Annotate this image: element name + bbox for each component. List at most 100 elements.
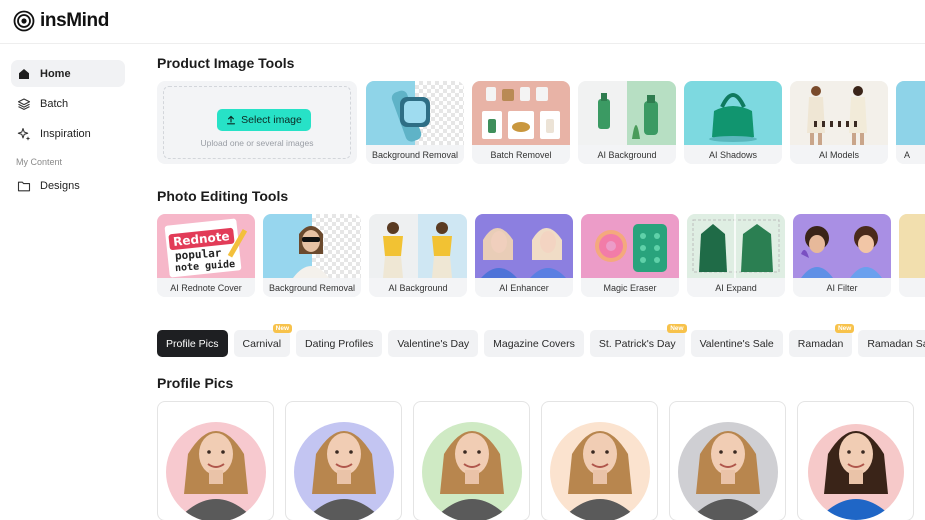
sidebar-item-label: Home — [40, 67, 71, 80]
tool-card-background-removal-photo[interactable]: Background Removal — [263, 214, 361, 297]
tool-card-ai-expand[interactable]: AI Expand — [687, 214, 785, 297]
tool-thumbnail — [472, 81, 570, 145]
profile-pic-template-card[interactable] — [669, 401, 786, 520]
tool-thumbnail — [687, 214, 785, 278]
template-tab-carnival[interactable]: Carnival New — [233, 324, 293, 357]
new-badge: New — [272, 324, 293, 333]
profile-pic-preview — [804, 420, 908, 520]
tool-label: Background Removal — [263, 278, 361, 297]
tool-label: AI Enhancer — [475, 278, 573, 297]
select-image-button[interactable]: Select image — [217, 109, 311, 131]
profile-pics-row — [157, 401, 914, 520]
tool-label: AI Models — [790, 145, 888, 164]
sidebar-item-home[interactable]: Home — [11, 60, 125, 87]
template-tab-label: Ramadan — [797, 337, 844, 350]
tool-thumbnail — [475, 214, 573, 278]
photo-tools-title: Photo Editing Tools — [157, 188, 289, 204]
template-tab-ramadan[interactable]: Ramadan New — [788, 324, 855, 357]
profile-pic-template-card[interactable] — [157, 401, 274, 520]
upload-hint: Upload one or several images — [200, 138, 314, 148]
template-tab-label: Valentine's Day — [397, 337, 470, 350]
template-category-tabs: Profile Pics Carnival New Dating Profiles Va… — [157, 324, 925, 357]
tool-card-magic-eraser[interactable]: Magic Eraser — [581, 214, 679, 297]
tool-label: AI Expand — [687, 278, 785, 297]
tool-thumbnail — [263, 214, 361, 278]
tool-label: AI Shadows — [684, 145, 782, 164]
template-tab-magazine-covers[interactable]: Magazine Covers — [484, 330, 584, 357]
folder-icon — [17, 181, 31, 191]
profile-pic-template-card[interactable] — [285, 401, 402, 520]
template-tab-label: Magazine Covers — [493, 337, 575, 350]
sidebar-section-label: My Content — [16, 157, 63, 167]
profile-pics-title: Profile Pics — [157, 375, 234, 391]
tool-card-ai-enhancer[interactable]: AI Enhancer — [475, 214, 573, 297]
tool-card-partial[interactable]: A — [896, 81, 925, 164]
tool-card-partial-photo[interactable] — [899, 214, 925, 297]
tool-label: AI Rednote Cover — [157, 278, 255, 297]
template-tab-dating-profiles[interactable]: Dating Profiles — [296, 330, 383, 357]
tool-label: Batch Removel — [472, 145, 570, 164]
sidebar-item-batch[interactable]: Batch — [11, 90, 125, 117]
sparkle-icon — [17, 127, 31, 141]
top-header: insMind — [0, 0, 925, 44]
tool-thumbnail — [793, 214, 891, 278]
template-tab-ramadan-sales[interactable]: Ramadan Sales — [858, 330, 925, 357]
upload-icon — [227, 115, 236, 125]
profile-pic-preview — [422, 422, 522, 520]
template-tab-profile-pics[interactable]: Profile Pics — [157, 330, 228, 357]
tool-card-ai-rednote-cover[interactable]: Rednote popular note guide AI Rednote Co… — [157, 214, 255, 297]
template-tab-label: Ramadan Sales — [867, 337, 925, 350]
logo-icon — [13, 10, 35, 32]
tool-thumbnail — [366, 81, 464, 145]
logo-text: insMind — [40, 10, 109, 31]
home-icon — [19, 68, 29, 79]
tool-card-batch-removel[interactable]: Batch Removel — [472, 81, 570, 164]
photo-tools-row: Rednote popular note guide AI Rednote Co… — [157, 214, 925, 297]
profile-pic-preview — [678, 422, 778, 520]
sidebar: Home Batch Inspiration My Content Design… — [0, 44, 140, 520]
tool-thumbnail — [684, 81, 782, 145]
sidebar-item-designs[interactable]: Designs — [11, 172, 125, 199]
logo[interactable]: insMind — [13, 10, 109, 32]
profile-pic-template-card[interactable] — [541, 401, 658, 520]
tool-thumbnail — [899, 214, 925, 278]
tool-card-ai-models[interactable]: AI Models — [790, 81, 888, 164]
tool-thumbnail — [581, 214, 679, 278]
template-tab-label: Dating Profiles — [305, 337, 374, 350]
tool-card-background-removal[interactable]: Background Removal — [366, 81, 464, 164]
tool-label: AI Background — [369, 278, 467, 297]
template-tab-label: Profile Pics — [166, 337, 219, 350]
profile-pic-preview — [166, 422, 266, 520]
tool-card-ai-background[interactable]: AI Background — [578, 81, 676, 164]
profile-pic-template-card[interactable] — [797, 401, 914, 520]
upload-dropzone[interactable]: Select image Upload one or several image… — [157, 81, 357, 164]
tool-card-ai-background-photo[interactable]: AI Background — [369, 214, 467, 297]
tool-label: Background Removal — [366, 145, 464, 164]
profile-pic-preview — [550, 422, 650, 520]
tool-card-ai-shadows[interactable]: AI Shadows — [684, 81, 782, 164]
tool-thumbnail — [790, 81, 888, 145]
new-badge: New — [667, 324, 687, 333]
tool-thumbnail — [896, 81, 925, 145]
tool-thumbnail: Rednote popular note guide — [157, 214, 255, 278]
upload-dashed-border: Select image Upload one or several image… — [163, 86, 351, 159]
select-image-label: Select image — [241, 114, 302, 126]
sidebar-item-label: Inspiration — [40, 127, 91, 140]
tool-card-ai-filter[interactable]: AI Filter — [793, 214, 891, 297]
sidebar-item-inspiration[interactable]: Inspiration — [11, 120, 125, 147]
sidebar-item-label: Designs — [40, 179, 80, 192]
template-tab-valentine-s-day[interactable]: Valentine's Day — [388, 330, 479, 357]
product-tools-row: Background Removal Batch Removel AI Back… — [366, 81, 925, 164]
tool-label: AI Background — [578, 145, 676, 164]
layers-icon — [17, 97, 31, 110]
template-tab-st-patrick-s-day[interactable]: St. Patrick's Day New — [589, 324, 687, 357]
tool-label — [899, 278, 925, 297]
template-tab-valentine-s-sale[interactable]: Valentine's Sale — [690, 330, 783, 357]
template-tab-label: Valentine's Sale — [699, 337, 774, 350]
profile-pic-preview — [294, 422, 394, 520]
tool-label: AI Filter — [793, 278, 891, 297]
template-tab-label: Carnival — [242, 337, 282, 350]
new-badge: New — [834, 324, 855, 333]
profile-pic-template-card[interactable] — [413, 401, 530, 520]
template-tab-label: St. Patrick's Day — [598, 337, 676, 350]
